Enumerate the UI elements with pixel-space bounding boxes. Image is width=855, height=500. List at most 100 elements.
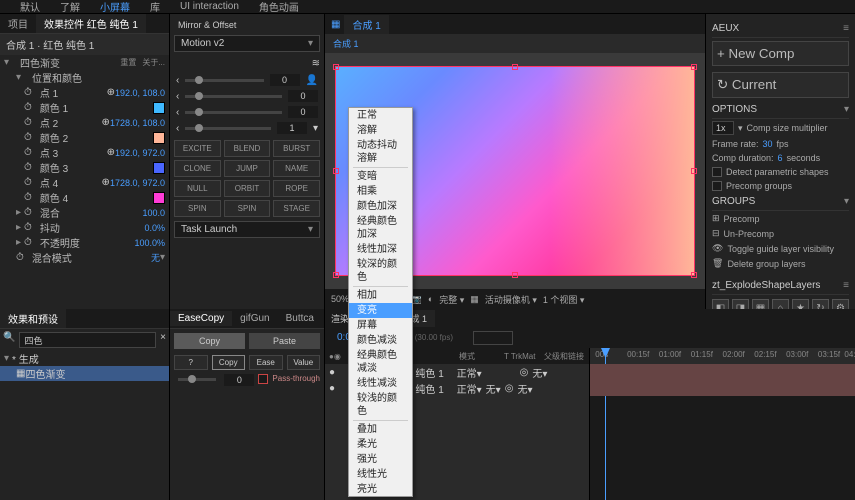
handle-bot-left[interactable]: [333, 272, 339, 278]
preset-category[interactable]: ▾* 生成: [0, 351, 169, 366]
menu-item[interactable]: 较深的颜色: [349, 257, 412, 285]
prop-point2-value[interactable]: 1728.0, 108.0: [110, 118, 165, 128]
visibility-icon[interactable]: ●: [329, 367, 335, 378]
passthrough-checkbox[interactable]: [258, 374, 268, 384]
tool-rope[interactable]: ROPE: [273, 180, 320, 197]
menu-item[interactable]: 变暗: [349, 169, 412, 184]
color-swatch-1[interactable]: [153, 102, 165, 114]
menu-item[interactable]: 柔光: [349, 437, 412, 452]
copy-sub-button[interactable]: Copy: [212, 355, 246, 370]
prop-opacity-value[interactable]: 100.0%: [134, 238, 165, 248]
menu-learn[interactable]: 了解: [60, 0, 80, 14]
layer-mode-dropdown[interactable]: 正常▾: [457, 365, 482, 380]
menu-item[interactable]: 颜色加深: [349, 199, 412, 214]
tool-name[interactable]: NAME: [273, 160, 320, 177]
menu-item[interactable]: 颜色减淡: [349, 333, 412, 348]
chevron-down-icon[interactable]: ▾: [844, 196, 849, 207]
menu-smallscreen[interactable]: 小屏幕: [100, 0, 130, 14]
unprecomp-label[interactable]: Un-Precomp: [724, 229, 775, 239]
col-mode[interactable]: 模式: [455, 351, 500, 362]
disclosure-triangle-icon[interactable]: ▾: [4, 57, 9, 68]
menu-item[interactable]: 亮光: [349, 482, 412, 497]
down-arrow-icon[interactable]: ▾: [313, 123, 318, 134]
handle-bot-center[interactable]: [512, 272, 518, 278]
display-icon[interactable]: ▦: [470, 294, 479, 305]
prop-jitter-value[interactable]: 0.0%: [144, 223, 165, 233]
stopwatch-icon[interactable]: ⏱: [24, 162, 32, 173]
pickwhip-icon[interactable]: ◎: [505, 383, 514, 394]
mask-icon[interactable]: ◐: [428, 294, 433, 304]
buttca-tab[interactable]: Buttca: [278, 311, 322, 326]
menu-item[interactable]: 经典颜色减淡: [349, 348, 412, 376]
timeline-ruler[interactable]: 00s 00:15f 01:00f 01:15f 02:00f 02:15f 0…: [590, 348, 855, 364]
layer-trkmat-dropdown[interactable]: 无▾: [486, 381, 501, 396]
menu-char-anim[interactable]: 角色动画: [259, 0, 299, 14]
layer-bar-2[interactable]: [590, 380, 855, 396]
tool-orbit[interactable]: ORBIT: [224, 180, 271, 197]
layer-bar-1[interactable]: [590, 364, 855, 380]
prop-point1-value[interactable]: 192.0, 108.0: [115, 88, 165, 98]
menu-default[interactable]: 默认: [20, 0, 40, 14]
tool-clone[interactable]: CLONE: [174, 160, 221, 177]
chevron-down-icon[interactable]: ▾: [160, 252, 165, 263]
crosshair-icon[interactable]: ⊕: [102, 177, 110, 188]
slider-2-value[interactable]: 0: [288, 90, 318, 102]
slider-3-value[interactable]: 0: [288, 106, 318, 118]
clear-icon[interactable]: ×: [160, 332, 166, 348]
ease-sub-button[interactable]: Ease: [249, 355, 283, 370]
crosshair-icon[interactable]: ⊕: [102, 117, 110, 128]
ease-slider-value[interactable]: 0: [224, 374, 254, 386]
slider-4-value[interactable]: 1: [277, 122, 307, 134]
handle-mid-right[interactable]: [691, 168, 697, 174]
delete-icon[interactable]: 🗑: [712, 258, 723, 269]
layer-parent-dropdown[interactable]: 无▾: [532, 365, 547, 380]
precomp-label[interactable]: Precomp: [724, 214, 760, 224]
prop-point4-value[interactable]: 1728.0, 972.0: [110, 178, 165, 188]
slider-4[interactable]: [185, 127, 271, 130]
easecopy-tab[interactable]: EaseCopy: [170, 311, 232, 326]
delete-group-label[interactable]: Delete group layers: [727, 259, 805, 269]
tool-stage[interactable]: STAGE: [273, 200, 320, 217]
col-parent[interactable]: 父级和链接: [540, 351, 588, 362]
tool-burst[interactable]: BURST: [273, 140, 320, 157]
left-arrow-icon[interactable]: ‹: [176, 75, 179, 86]
tool-spin2[interactable]: SPIN: [224, 200, 271, 217]
slider-1[interactable]: [185, 79, 263, 82]
left-arrow-icon[interactable]: ‹: [176, 123, 179, 134]
value-sub-button[interactable]: Value: [287, 355, 321, 370]
views-dropdown[interactable]: 1 个视图 ▾: [543, 293, 585, 306]
menu-item[interactable]: 溶解: [349, 123, 412, 138]
menu-item[interactable]: 线性光: [349, 467, 412, 482]
copy-button[interactable]: Copy: [174, 333, 245, 349]
task-launch-dropdown[interactable]: Task Launch▾: [174, 221, 320, 238]
menu-item[interactable]: 强光: [349, 452, 412, 467]
pickwhip-icon[interactable]: ◎: [520, 367, 529, 378]
effects-search-input[interactable]: [19, 332, 156, 348]
handle-top-right[interactable]: [691, 64, 697, 70]
gifgun-tab[interactable]: gifGun: [232, 311, 277, 326]
menu-item[interactable]: 动态抖动溶解: [349, 138, 412, 166]
tab-effect-controls[interactable]: 效果控件 红色 纯色 1: [36, 14, 146, 33]
stopwatch-icon[interactable]: ⏱: [24, 87, 32, 98]
quality-dropdown[interactable]: 完整 ▾: [439, 293, 464, 306]
timeline-search[interactable]: [473, 331, 513, 345]
chevron-down-icon[interactable]: ▾: [844, 104, 849, 115]
toggle-guide-label[interactable]: Toggle guide layer visibility: [727, 244, 834, 254]
menu-item[interactable]: 屏幕: [349, 318, 412, 333]
stopwatch-icon[interactable]: ⏱: [24, 147, 32, 158]
menu-item-highlighted[interactable]: 变亮: [349, 303, 412, 318]
frame-rate-value[interactable]: 30: [763, 139, 773, 149]
color-swatch-4[interactable]: [153, 192, 165, 204]
handle-top-left[interactable]: [333, 64, 339, 70]
motion-preset-dropdown[interactable]: Motion v2▾: [174, 35, 320, 52]
stopwatch-icon[interactable]: ⏱: [24, 237, 32, 248]
color-swatch-3[interactable]: [153, 162, 165, 174]
disclosure-triangle-icon[interactable]: ▸: [16, 237, 21, 248]
preset-item[interactable]: ▦四色渐变: [0, 366, 169, 381]
effect-reset[interactable]: 重置: [120, 57, 136, 68]
menu-item[interactable]: 较浅的颜色: [349, 391, 412, 419]
color-swatch-2[interactable]: [153, 132, 165, 144]
menu-ui-interaction[interactable]: UI interaction: [180, 1, 239, 12]
layer-mode-dropdown[interactable]: 正常▾: [457, 381, 482, 396]
current-button[interactable]: ↻ Current: [712, 72, 849, 98]
